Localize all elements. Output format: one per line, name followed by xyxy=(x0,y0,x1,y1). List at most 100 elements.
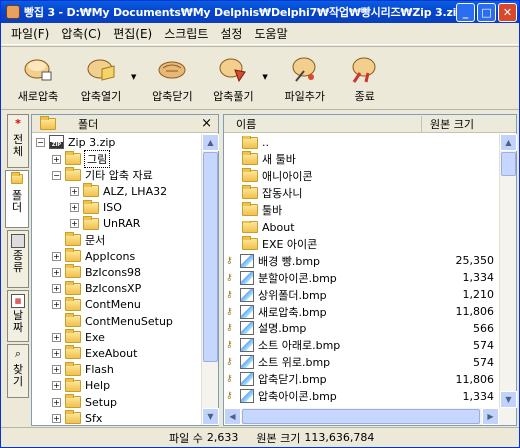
folder-icon xyxy=(65,345,81,360)
tree-item[interactable]: + Setup xyxy=(52,394,117,410)
column-name[interactable]: 이름 xyxy=(224,115,422,132)
file-row[interactable]: ⚷ 분할아이콘.bmp 1,334 xyxy=(224,269,500,286)
tree-item[interactable]: + Help xyxy=(52,377,111,394)
tree-root[interactable]: − ZIP Zip 3.zip xyxy=(36,134,115,150)
file-row[interactable]: ⚷ 소트 위로.bmp 574 xyxy=(224,354,500,371)
tab-date[interactable]: ▦ 날짜 xyxy=(7,290,29,342)
tree-item[interactable]: ContMenuSetup xyxy=(52,313,173,329)
add-file-button[interactable]: 파일추가 xyxy=(274,55,336,104)
tree-item-label: Help xyxy=(85,379,111,393)
expand-icon[interactable]: + xyxy=(52,397,61,407)
folder-tree-scrollbar[interactable]: ▲ ▼ xyxy=(201,134,219,425)
file-row[interactable]: ⚷ 상위폴더.bmp 1,210 xyxy=(224,286,500,303)
exit-button[interactable]: 종료 xyxy=(342,55,388,104)
folder-row[interactable]: 잡동사니 xyxy=(224,185,500,202)
new-archive-button[interactable]: 새로압축 xyxy=(7,55,69,104)
magnifier-icon: ⌕ xyxy=(14,347,22,360)
scroll-down-icon[interactable]: ▼ xyxy=(202,408,219,425)
folder-row[interactable]: .. xyxy=(224,134,500,151)
close-button[interactable]: ✕ xyxy=(498,2,517,22)
maximize-button[interactable]: □ xyxy=(477,2,496,22)
expand-icon[interactable]: + xyxy=(52,381,61,391)
extract-button[interactable]: 압축풀기 xyxy=(204,55,262,104)
tab-type[interactable]: 종류 xyxy=(7,230,29,288)
tree-item[interactable]: + 그림 xyxy=(52,150,111,168)
collapse-icon[interactable]: − xyxy=(52,170,61,180)
expand-icon[interactable]: + xyxy=(52,284,61,294)
menu-script[interactable]: 스크립트 xyxy=(158,25,214,42)
menu-help[interactable]: 도움말 xyxy=(248,25,293,42)
extract-dropdown-arrow[interactable]: ▼ xyxy=(262,73,267,81)
file-row[interactable]: ⚷ 설명.bmp 566 xyxy=(224,320,500,337)
expand-icon[interactable]: + xyxy=(52,365,61,375)
file-row[interactable]: ⚷ 소트 아래로.bmp 574 xyxy=(224,337,500,354)
window-title: 빵집 3 - D:₩My Documents₩My Delphis₩Delphi… xyxy=(24,6,456,19)
file-list-vscrollbar[interactable]: ▲ ▼ xyxy=(499,134,517,408)
folder-row[interactable]: About xyxy=(224,219,500,236)
row-name: 새로압축.bmp xyxy=(258,305,327,319)
tree-item[interactable]: + AppIcons xyxy=(52,248,135,264)
bitmap-file-icon xyxy=(240,304,254,319)
expand-icon[interactable]: + xyxy=(52,348,61,358)
tab-folder[interactable]: 폴더 xyxy=(5,170,29,228)
column-size[interactable]: 원본 크기 xyxy=(422,116,498,132)
folder-row[interactable]: 애니아이콘 xyxy=(224,168,500,185)
expand-icon[interactable]: + xyxy=(52,300,61,310)
scroll-thumb[interactable] xyxy=(501,152,516,176)
row-name: 분할아이콘.bmp xyxy=(258,271,337,285)
tree-item[interactable]: + UnRAR xyxy=(70,215,140,232)
title-bar[interactable]: 빵집 3 - D:₩My Documents₩My Delphis₩Delphi… xyxy=(1,1,519,23)
expand-icon[interactable]: + xyxy=(52,251,61,261)
scroll-thumb[interactable] xyxy=(203,152,218,362)
scroll-right-icon[interactable]: ▶ xyxy=(482,408,499,425)
open-archive-button[interactable]: 압축열기 xyxy=(71,55,131,104)
tree-item[interactable]: + ContMenu xyxy=(52,296,141,313)
tree-item[interactable]: 문서 xyxy=(52,232,105,248)
minimize-button[interactable]: _ xyxy=(456,2,475,22)
folder-row[interactable]: 새 툴바 xyxy=(224,151,500,168)
file-row[interactable]: ⚷ 압축아이콘.bmp 1,334 xyxy=(224,388,500,405)
close-panel-icon[interactable]: × xyxy=(201,116,212,131)
row-name-cell: About xyxy=(224,220,440,234)
hscroll-thumb[interactable] xyxy=(242,409,480,424)
expand-icon[interactable]: + xyxy=(52,413,61,423)
expand-icon[interactable]: + xyxy=(52,332,61,342)
tree-item[interactable]: + Flash xyxy=(52,361,114,378)
folder-row[interactable]: EXE 아이콘 xyxy=(224,235,500,252)
menu-settings[interactable]: 설정 xyxy=(214,25,248,42)
file-row[interactable]: ⚷ 새로압축.bmp 11,806 xyxy=(224,303,500,320)
tree-item[interactable]: + BzIconsXP xyxy=(52,280,141,297)
tree-item[interactable]: + BzIcons98 xyxy=(52,264,141,280)
file-row[interactable]: ⚷ 배경 빵.bmp 25,350 xyxy=(224,252,500,269)
expand-icon[interactable]: + xyxy=(52,267,61,277)
menu-edit[interactable]: 편집(E) xyxy=(107,25,158,42)
scroll-left-icon[interactable]: ◀ xyxy=(224,408,241,425)
scroll-up-icon[interactable]: ▲ xyxy=(500,134,517,151)
menu-file[interactable]: 파일(F) xyxy=(5,25,55,42)
expand-icon[interactable]: + xyxy=(70,203,79,213)
scroll-down-icon[interactable]: ▼ xyxy=(500,391,517,408)
expand-icon[interactable]: + xyxy=(70,219,79,229)
tab-find[interactable]: ⌕ 찾기 xyxy=(7,344,29,398)
expand-icon[interactable]: + xyxy=(52,154,61,164)
folder-row[interactable]: 툴바 xyxy=(224,202,500,219)
tree-item[interactable]: + ExeAbout xyxy=(52,345,137,361)
tab-all[interactable]: * 전체 xyxy=(7,114,29,168)
file-row[interactable]: ⚷ 압축닫기.bmp 11,806 xyxy=(224,371,500,388)
folder-icon xyxy=(83,183,99,198)
open-archive-dropdown-arrow[interactable]: ▼ xyxy=(131,73,136,81)
tree-item[interactable]: − 기타 압축 자료 xyxy=(52,167,153,183)
menu-archive[interactable]: 압축(C) xyxy=(55,25,107,42)
expand-icon[interactable]: + xyxy=(70,186,79,196)
scroll-up-icon[interactable]: ▲ xyxy=(202,134,219,151)
tree-item[interactable]: + Exe xyxy=(52,329,105,345)
open-archive-icon xyxy=(86,55,116,83)
close-archive-button[interactable]: 압축닫기 xyxy=(142,55,202,104)
collapse-icon[interactable]: − xyxy=(36,137,45,147)
tree-item[interactable]: + ALZ, LHA32 xyxy=(70,183,167,199)
tree-item[interactable]: + Sfx xyxy=(52,410,102,426)
file-list-hscrollbar[interactable]: ◀ ▶ xyxy=(224,408,516,425)
tree-item[interactable]: + ISO xyxy=(70,199,122,216)
folder-icon xyxy=(65,377,81,392)
key-icon: ⚷ xyxy=(226,357,233,368)
